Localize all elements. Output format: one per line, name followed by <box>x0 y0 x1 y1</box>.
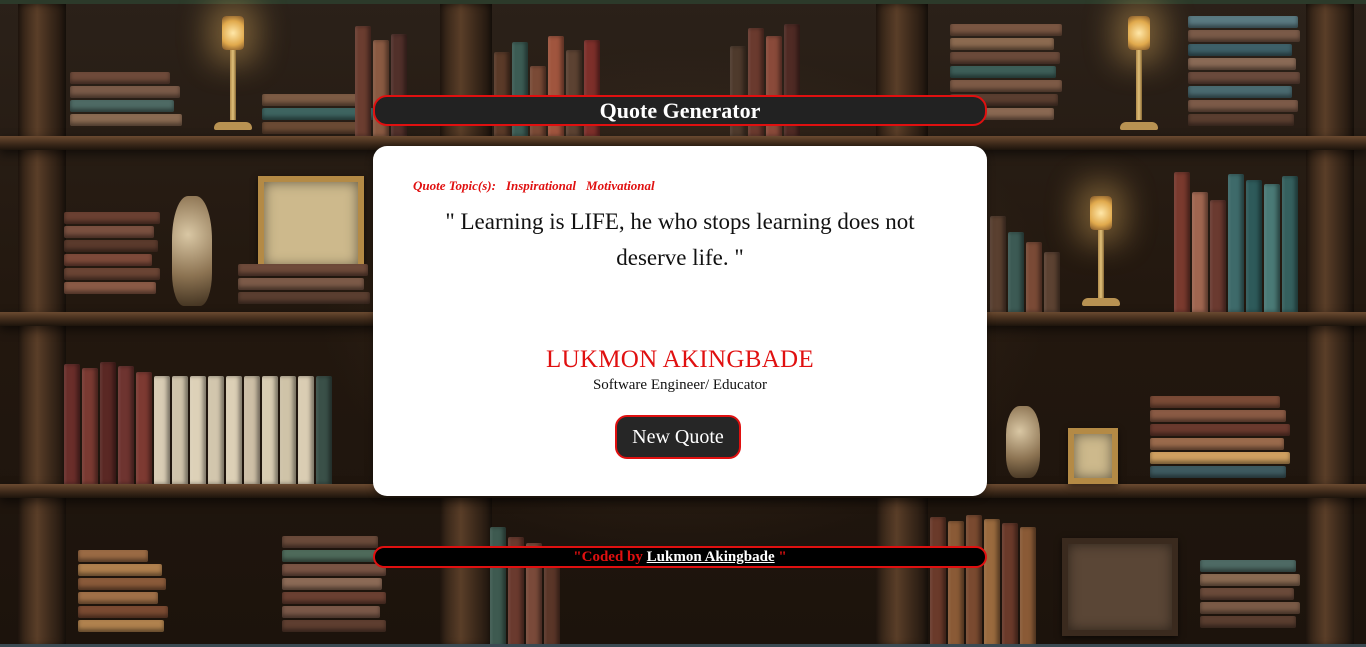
page-title: Quote Generator <box>599 97 761 123</box>
topic-tag: Inspirational <box>505 178 577 193</box>
lamp <box>1090 196 1112 230</box>
quote-topics: Quote Topic(s): Inspirational Motivation… <box>413 178 655 194</box>
book-row <box>990 206 1060 312</box>
picture-frame <box>1062 538 1178 636</box>
book-stack <box>238 262 370 304</box>
quote-card: Quote Topic(s): Inspirational Motivation… <box>373 146 987 496</box>
lamp <box>1128 16 1150 50</box>
footer-credit: "Coded by Lukmon Akingbade " <box>373 546 987 568</box>
lamp <box>222 16 244 50</box>
book-stack <box>70 70 182 126</box>
vase <box>172 196 212 306</box>
book-stack <box>78 548 168 632</box>
picture-frame <box>258 176 364 272</box>
book-row <box>1174 166 1298 312</box>
vase <box>1006 406 1040 478</box>
author-name: LUKMON AKINGBADE <box>546 346 814 373</box>
book-stack <box>1188 14 1300 126</box>
topic-tag: Motivational <box>586 178 655 193</box>
book-stack <box>1200 558 1300 628</box>
quote-text: " Learning is LIFE, he who stops learnin… <box>445 209 915 270</box>
author-role: Software Engineer/ Educator <box>592 377 768 393</box>
topics-label: Quote Topic(s): <box>413 178 496 193</box>
book-stack <box>282 534 386 632</box>
book-stack <box>64 210 160 294</box>
footer-suffix: " <box>774 548 787 565</box>
top-edge-line <box>0 0 1366 4</box>
book-stack <box>1150 394 1290 478</box>
book-row <box>490 520 560 647</box>
author-link[interactable]: Lukmon Akingbade <box>647 549 775 566</box>
header-bar: Quote Generator <box>373 95 987 126</box>
picture-frame <box>1068 428 1118 484</box>
book-row <box>64 360 332 484</box>
new-quote-button[interactable]: New Quote <box>615 415 741 459</box>
book-row <box>930 512 1036 647</box>
footer-prefix: "Coded by <box>573 548 647 565</box>
